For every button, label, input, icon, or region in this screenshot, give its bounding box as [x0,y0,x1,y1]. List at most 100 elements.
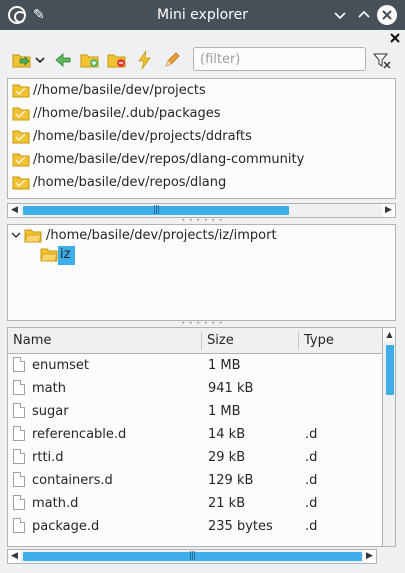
close-icon [390,33,400,43]
column-header-size[interactable]: Size [207,333,234,348]
file-row[interactable]: package.d 235 bytes .d [8,515,380,538]
scroll-right-arrow[interactable]: ▶ [382,204,395,217]
file-row[interactable]: referencable.d 14 kB .d [8,423,380,446]
file-type: .d [305,519,318,534]
favorite-item[interactable]: /home/basile/dev/repos/dlang [9,172,389,195]
column-header-type[interactable]: Type [304,333,334,348]
minimize-button[interactable] [330,5,350,25]
add-favorite-icon [12,54,31,68]
scroll-thumb[interactable]: ||| [23,206,289,215]
grip-icon: ||| [188,551,196,561]
expand-chevron-icon [11,232,21,238]
clear-filter-button[interactable] [372,50,392,70]
shell-open-button[interactable] [135,50,155,70]
dropdown-arrow-icon [35,57,45,64]
file-name: enumset [32,358,90,373]
file-size: 14 kB [208,427,246,442]
favorite-folder-icon [12,153,30,167]
scroll-right-arrow[interactable]: ▶ [363,550,376,563]
file-list: Name Size Type enumset 1 MB math 941 kB … [7,327,396,547]
chevron-down-icon [334,12,346,20]
favorites-dropdown[interactable] [34,50,46,70]
edit-button[interactable] [162,50,182,70]
close-icon [382,10,392,20]
splitter-handle[interactable]: • • • • • • [0,321,405,327]
file-size: 21 kB [208,496,246,511]
remove-folder-icon [107,54,126,68]
file-row[interactable]: rtti.d 29 kB .d [8,446,380,469]
column-header-name[interactable]: Name [13,333,51,348]
scroll-left-arrow[interactable]: ◀ [8,204,21,217]
column-divider[interactable] [298,332,299,350]
favorite-item[interactable]: /home/basile/dev/repos/dlang-community [9,149,389,172]
file-size: 1 MB [208,358,241,373]
splitter-handle[interactable]: • • • • • • [0,218,405,224]
folder-tree: /home/basile/dev/projects/iz/import iz [7,224,396,321]
file-icon [13,518,25,533]
favorite-folder-icon [12,130,30,144]
file-row[interactable]: containers.d 129 kB .d [8,469,380,492]
grip-icon: ||| [152,205,160,215]
tree-child-label: iz [58,246,75,265]
favorite-item[interactable]: /home/basile/dev/projects/ddrafts [9,126,389,149]
file-size: 235 bytes [208,519,273,534]
favorite-label: /home/basile/dev/repos/dlang-community [33,152,305,167]
file-type: .d [305,427,318,442]
scroll-corner [378,549,396,564]
favorite-item[interactable]: //home/basile/dev/projects [9,80,389,103]
file-type: .d [305,496,318,511]
file-name: math [32,381,66,396]
dock-close-button[interactable] [388,31,402,45]
chevron-up-icon [358,10,370,18]
file-size: 1 MB [208,404,241,419]
file-name: package.d [32,519,100,534]
favorite-item[interactable]: //home/basile/.dub/packages [9,103,389,126]
folder-open-icon [24,229,42,243]
remove-folder-button[interactable] [107,50,127,70]
file-name: containers.d [32,473,113,488]
file-type: .d [305,473,318,488]
file-size: 941 kB [208,381,254,396]
file-icon [13,449,25,464]
new-folder-button[interactable] [80,50,100,70]
file-icon [13,495,25,510]
file-icon [13,426,25,441]
favorite-label: /home/basile/dev/projects/ddrafts [33,129,252,144]
folder-open-icon [40,248,58,262]
scroll-up-arrow[interactable]: ▲ [383,328,395,341]
clear-filter-icon [372,53,391,69]
favorite-label: //home/basile/dev/projects [33,83,206,98]
favorite-folder-icon [12,176,30,190]
tree-root-label: /home/basile/dev/projects/iz/import [46,228,277,243]
file-row[interactable]: enumset 1 MB [8,354,380,377]
go-back-button[interactable] [53,50,73,70]
file-name: sugar [32,404,69,419]
file-list-vscrollbar[interactable]: ▲ [382,328,395,546]
tree-child-item[interactable]: iz [40,245,80,265]
file-row[interactable]: math 941 kB [8,377,380,400]
file-icon [13,472,25,487]
file-row[interactable]: sugar 1 MB [8,400,380,423]
tree-root-item[interactable]: /home/basile/dev/projects/iz/import [10,226,390,246]
maximize-button[interactable] [354,5,374,25]
close-window-button[interactable] [377,5,397,25]
add-favorite-button[interactable] [12,50,32,70]
filter-input[interactable] [193,47,366,71]
edit-icon [165,52,180,67]
shell-icon [138,50,151,70]
file-size: 29 kB [208,450,246,465]
scroll-thumb[interactable]: ||| [23,552,362,561]
file-name: math.d [32,496,79,511]
scroll-thumb[interactable] [386,345,394,395]
column-divider[interactable] [201,332,202,350]
files-hscrollbar[interactable]: ◀ ||| ▶ [7,549,377,564]
file-icon [13,380,25,395]
file-name: rtti.d [32,450,64,465]
file-type: .d [305,450,318,465]
file-size: 129 kB [208,473,254,488]
file-row[interactable]: math.d 21 kB .d [8,492,380,515]
file-icon [13,357,25,372]
favorites-hscrollbar[interactable]: ◀ ||| ▶ [7,203,396,218]
scroll-left-arrow[interactable]: ◀ [8,550,21,563]
title-bar: ✎ Mini explorer [0,0,405,30]
